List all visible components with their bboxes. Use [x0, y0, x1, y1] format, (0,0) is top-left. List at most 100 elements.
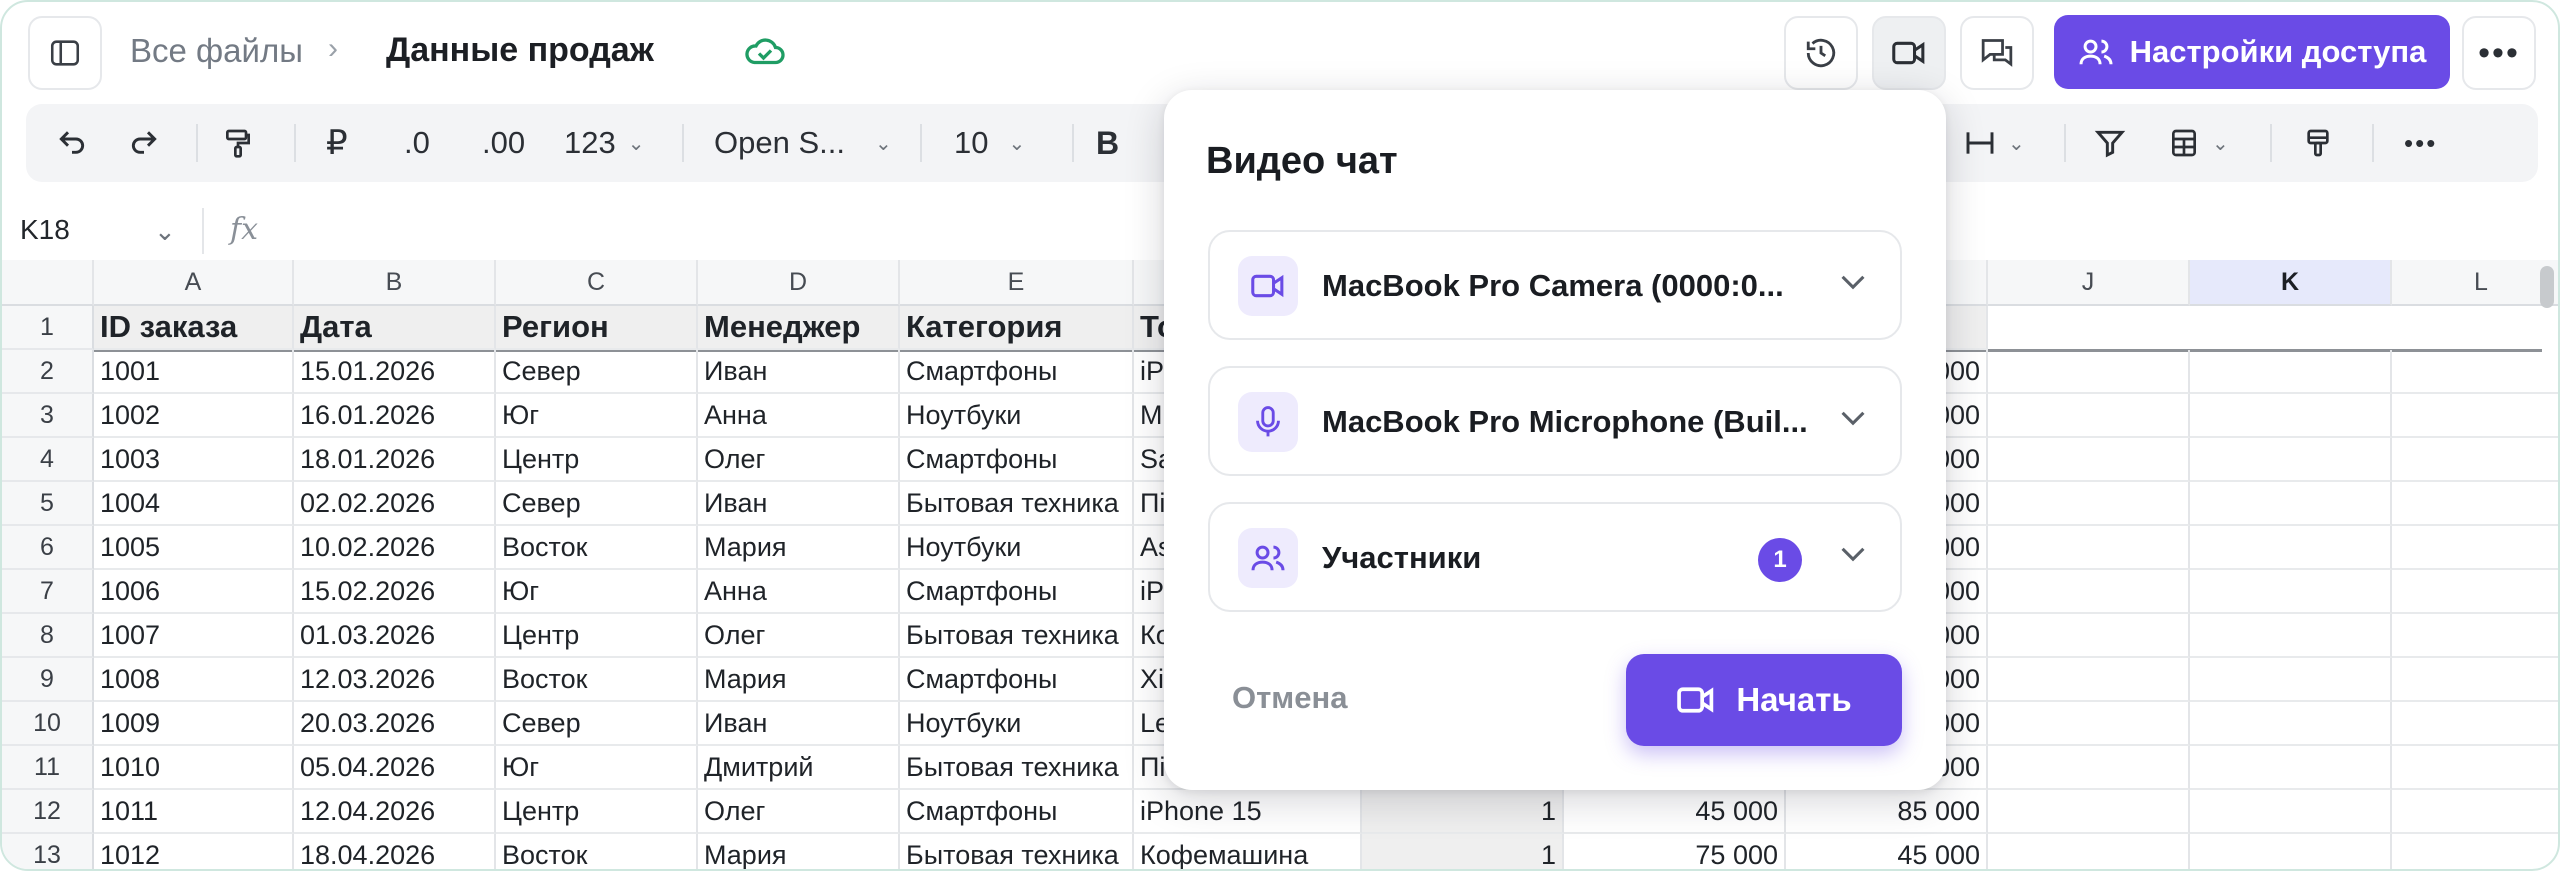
start-call-button[interactable]: Начать: [1626, 654, 1902, 746]
table-cell[interactable]: [2190, 570, 2392, 614]
table-cell[interactable]: 18.04.2026: [294, 834, 496, 869]
table-header-cell[interactable]: Категория: [900, 306, 1134, 350]
bold-button[interactable]: B: [1096, 104, 1119, 182]
table-cell[interactable]: Смартфоны: [900, 658, 1134, 702]
cell-reference[interactable]: K18: [20, 214, 70, 246]
currency-format-button[interactable]: ₽: [326, 104, 348, 182]
column-header-j[interactable]: J: [1988, 260, 2190, 306]
vertical-scrollbar[interactable]: [2536, 258, 2558, 308]
table-cell[interactable]: [2392, 614, 2558, 658]
table-cell[interactable]: [2190, 834, 2392, 869]
table-cell[interactable]: 45 000: [1786, 834, 1988, 869]
table-cell[interactable]: Иван: [698, 482, 900, 526]
table-cell[interactable]: 10.02.2026: [294, 526, 496, 570]
table-cell[interactable]: Олег: [698, 614, 900, 658]
table-cell[interactable]: Кофемашина: [1134, 834, 1362, 869]
chevron-down-icon[interactable]: ⌄: [154, 216, 176, 247]
row-header[interactable]: 3: [2, 394, 94, 438]
table-cell[interactable]: [2392, 658, 2558, 702]
table-cell[interactable]: Бытовая техника: [900, 614, 1134, 658]
table-header-cell[interactable]: Регион: [496, 306, 698, 350]
row-header[interactable]: 9: [2, 658, 94, 702]
row-header[interactable]: 7: [2, 570, 94, 614]
table-cell[interactable]: [2190, 526, 2392, 570]
table-cell[interactable]: [2190, 702, 2392, 746]
table-cell[interactable]: 1: [1362, 790, 1564, 834]
table-header-cell[interactable]: Менеджер: [698, 306, 900, 350]
table-cell[interactable]: Мария: [698, 834, 900, 869]
font-size-dropdown[interactable]: 10 ⌄: [954, 104, 1025, 182]
font-family-dropdown[interactable]: Open S... ⌄: [714, 104, 892, 182]
table-cell[interactable]: [2392, 834, 2558, 869]
table-cell[interactable]: Дмитрий: [698, 746, 900, 790]
table-cell[interactable]: 12.03.2026: [294, 658, 496, 702]
document-title[interactable]: Данные продаж: [386, 31, 654, 70]
table-cell[interactable]: 02.02.2026: [294, 482, 496, 526]
table-cell[interactable]: Анна: [698, 570, 900, 614]
table-cell[interactable]: [1988, 658, 2190, 702]
table-cell[interactable]: [1988, 790, 2190, 834]
increase-decimals-button[interactable]: .00: [482, 104, 525, 182]
table-cell[interactable]: Бытовая техника: [900, 746, 1134, 790]
more-menu-button[interactable]: •••: [2462, 16, 2536, 90]
redo-button[interactable]: [128, 104, 160, 182]
scrollbar-thumb[interactable]: [2540, 266, 2554, 308]
table-cell[interactable]: Север: [496, 350, 698, 394]
table-cell[interactable]: 01.03.2026: [294, 614, 496, 658]
table-cell[interactable]: Ноутбуки: [900, 394, 1134, 438]
row-header[interactable]: 8: [2, 614, 94, 658]
row-header[interactable]: 6: [2, 526, 94, 570]
table-cell[interactable]: Бытовая техника: [900, 482, 1134, 526]
table-header-cell[interactable]: Дата: [294, 306, 496, 350]
number-format-dropdown[interactable]: 123 ⌄: [564, 104, 645, 182]
table-cell[interactable]: Смартфоны: [900, 350, 1134, 394]
table-cell[interactable]: iPhone 15: [1134, 790, 1362, 834]
comments-button[interactable]: [1960, 16, 2034, 90]
table-cell[interactable]: Анна: [698, 394, 900, 438]
table-cell[interactable]: [1988, 746, 2190, 790]
table-cell[interactable]: [2392, 526, 2558, 570]
table-cell[interactable]: Олег: [698, 790, 900, 834]
table-cell[interactable]: [1988, 570, 2190, 614]
video-chat-button[interactable]: [1872, 16, 1946, 90]
table-cell[interactable]: Бытовая техника: [900, 834, 1134, 869]
table-format-dropdown[interactable]: ⌄: [2168, 104, 2229, 182]
table-cell[interactable]: 1002: [94, 394, 294, 438]
table-cell[interactable]: 85 000: [1786, 790, 1988, 834]
table-cell[interactable]: [1988, 438, 2190, 482]
table-cell[interactable]: 1001: [94, 350, 294, 394]
row-header[interactable]: 12: [2, 790, 94, 834]
table-cell[interactable]: 1011: [94, 790, 294, 834]
table-cell[interactable]: Смартфоны: [900, 570, 1134, 614]
cancel-button[interactable]: Отмена: [1232, 680, 1347, 716]
filter-button[interactable]: [2094, 104, 2126, 182]
table-cell[interactable]: Север: [496, 482, 698, 526]
table-cell[interactable]: 1003: [94, 438, 294, 482]
table-cell[interactable]: 15.01.2026: [294, 350, 496, 394]
table-cell[interactable]: Восток: [496, 658, 698, 702]
table-cell[interactable]: [2392, 790, 2558, 834]
select-all-corner[interactable]: [2, 260, 94, 306]
format-painter-button[interactable]: [222, 104, 254, 182]
table-cell[interactable]: 1009: [94, 702, 294, 746]
table-cell[interactable]: 1008: [94, 658, 294, 702]
table-cell[interactable]: 1004: [94, 482, 294, 526]
table-cell[interactable]: 18.01.2026: [294, 438, 496, 482]
table-cell[interactable]: Смартфоны: [900, 438, 1134, 482]
row-header[interactable]: 2: [2, 350, 94, 394]
row-header[interactable]: 4: [2, 438, 94, 482]
column-header-b[interactable]: B: [294, 260, 496, 306]
table-cell[interactable]: 16.01.2026: [294, 394, 496, 438]
table-cell[interactable]: Иван: [698, 702, 900, 746]
history-button[interactable]: [1784, 16, 1858, 90]
column-header-d[interactable]: D: [698, 260, 900, 306]
sidebar-toggle-button[interactable]: [28, 16, 102, 90]
table-cell[interactable]: [1988, 482, 2190, 526]
microphone-select[interactable]: MacBook Pro Microphone (Buil...: [1208, 366, 1902, 476]
table-cell[interactable]: 1005: [94, 526, 294, 570]
table-cell[interactable]: 1006: [94, 570, 294, 614]
table-cell[interactable]: 20.03.2026: [294, 702, 496, 746]
row-header[interactable]: 13: [2, 834, 94, 869]
camera-select[interactable]: MacBook Pro Camera (0000:0...: [1208, 230, 1902, 340]
participants-select[interactable]: Участники 1: [1208, 502, 1902, 612]
